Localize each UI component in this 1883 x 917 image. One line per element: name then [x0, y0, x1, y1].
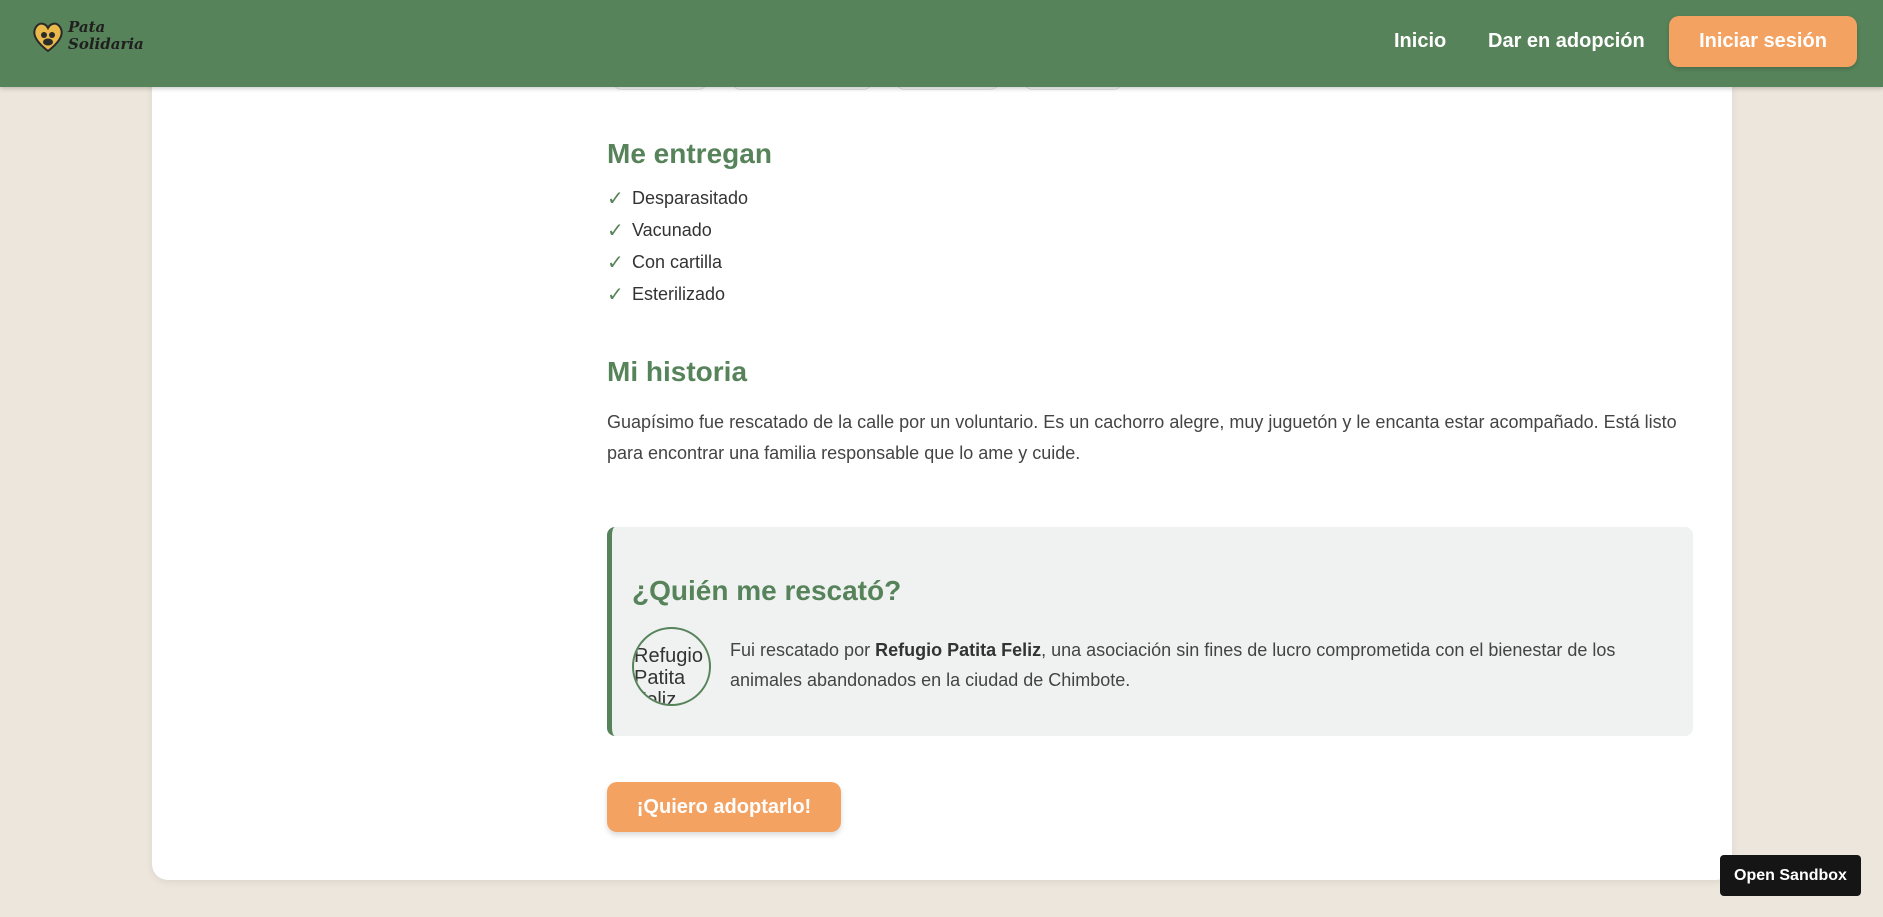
nav-link-dar-en-adopcion[interactable]: Dar en adopción — [1488, 29, 1645, 53]
checkmark-icon: ✓ — [607, 251, 624, 274]
list-item: ✓ Con cartilla — [607, 246, 748, 278]
rescuer-section: ¿Quién me rescató? Refugio Patita Feliz … — [607, 527, 1693, 736]
me-entregan-heading: Me entregan — [607, 138, 772, 169]
historia-text: Guapísimo fue rescatado de la calle por … — [607, 412, 1677, 463]
nav-link-inicio[interactable]: Inicio — [1394, 29, 1446, 53]
list-item: ✓ Esterilizado — [607, 278, 748, 310]
checkmark-icon: ✓ — [607, 187, 624, 210]
rescuer-text-before: Fui rescatado por — [730, 640, 876, 660]
logo[interactable]: Pata Solidaria — [30, 18, 144, 56]
list-item-label: Esterilizado — [632, 283, 726, 304]
logo-line-2: Solidaria — [68, 35, 144, 53]
list-item: ✓ Desparasitado — [607, 182, 748, 214]
entregan-list: ✓ Desparasitado ✓ Vacunado ✓ Con cartill… — [607, 182, 748, 310]
list-item: ✓ Vacunado — [607, 214, 748, 246]
list-item-label: Con cartilla — [632, 251, 723, 272]
logo-text: Pata Solidaria — [68, 19, 144, 53]
list-item-label: Vacunado — [632, 219, 712, 240]
list-item-label: Desparasitado — [632, 187, 749, 208]
rescuer-avatar: Refugio Patita Feliz — [632, 627, 711, 706]
checkmark-icon: ✓ — [607, 283, 624, 306]
open-sandbox-button[interactable]: Open Sandbox — [1720, 855, 1861, 896]
adopt-button[interactable]: ¡Quiero adoptarlo! — [607, 782, 841, 832]
top-navbar: Pata Solidaria Inicio Dar en adopción In… — [0, 0, 1883, 87]
rescuer-name: Refugio Patita Feliz — [875, 640, 1042, 660]
logo-line-1: Pata — [68, 18, 106, 36]
rescuer-description: Fui rescatado por Refugio Patita Feliz, … — [730, 635, 1680, 695]
login-button[interactable]: Iniciar sesión — [1669, 16, 1857, 67]
paw-heart-logo-icon — [33, 22, 63, 53]
checkmark-icon: ✓ — [607, 219, 624, 242]
rescuer-heading: ¿Quién me rescató? — [632, 575, 902, 606]
mi-historia-heading: Mi historia — [607, 356, 748, 387]
